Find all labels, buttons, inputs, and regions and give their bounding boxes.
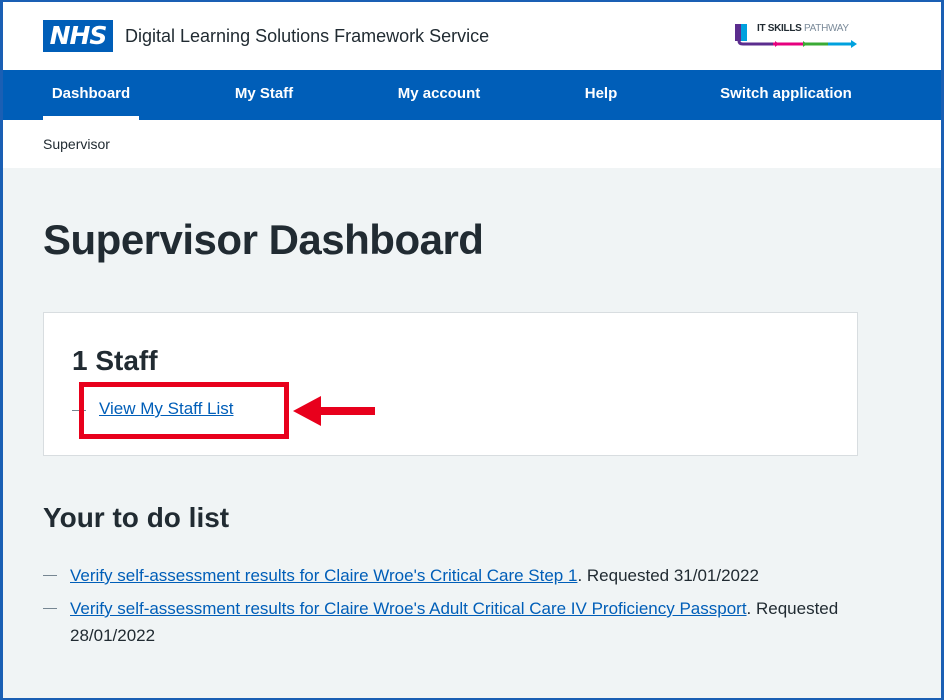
todo-item-link[interactable]: Verify self-assessment results for Clair… — [70, 566, 577, 585]
nav-item-switch-application[interactable]: Switch application — [713, 70, 859, 120]
breadcrumb-bar: Supervisor — [3, 120, 941, 168]
nav-item-my-account[interactable]: My account — [389, 70, 489, 120]
it-skills-pathway-logo: IT SKILLS PATHWAY — [733, 22, 858, 48]
nav-item-help[interactable]: Help — [575, 70, 627, 120]
site-header: NHS Digital Learning Solutions Framework… — [3, 2, 941, 70]
pathway-logo-text: IT SKILLS PATHWAY — [757, 23, 849, 34]
nav-item-my-staff[interactable]: My Staff — [225, 70, 303, 120]
todo-list: Verify self-assessment results for Clair… — [43, 562, 863, 655]
page-title: Supervisor Dashboard — [43, 216, 484, 263]
pathway-logo-bold: IT SKILLS — [757, 23, 802, 34]
todo-item: Verify self-assessment results for Clair… — [43, 562, 863, 589]
todo-item: Verify self-assessment results for Clair… — [43, 595, 863, 649]
todo-list-title: Your to do list — [43, 502, 230, 533]
list-dash — [43, 575, 57, 576]
service-name[interactable]: Digital Learning Solutions Framework Ser… — [125, 26, 489, 47]
staff-count-heading: 1 Staff — [72, 345, 158, 376]
nhs-logo[interactable]: NHS — [43, 20, 113, 52]
annotation-highlight-box — [79, 382, 289, 439]
todo-item-requested: . Requested 31/01/2022 — [577, 566, 759, 585]
page-frame: NHS Digital Learning Solutions Framework… — [0, 0, 944, 700]
nav-item-dashboard[interactable]: Dashboard — [43, 70, 139, 120]
annotation-arrow-icon — [293, 396, 375, 426]
list-dash — [43, 608, 57, 609]
pathway-logo-thin: PATHWAY — [804, 23, 849, 34]
primary-nav: Dashboard My Staff My account Help Switc… — [3, 70, 941, 120]
breadcrumb: Supervisor — [43, 136, 110, 152]
todo-item-link[interactable]: Verify self-assessment results for Clair… — [70, 599, 747, 618]
